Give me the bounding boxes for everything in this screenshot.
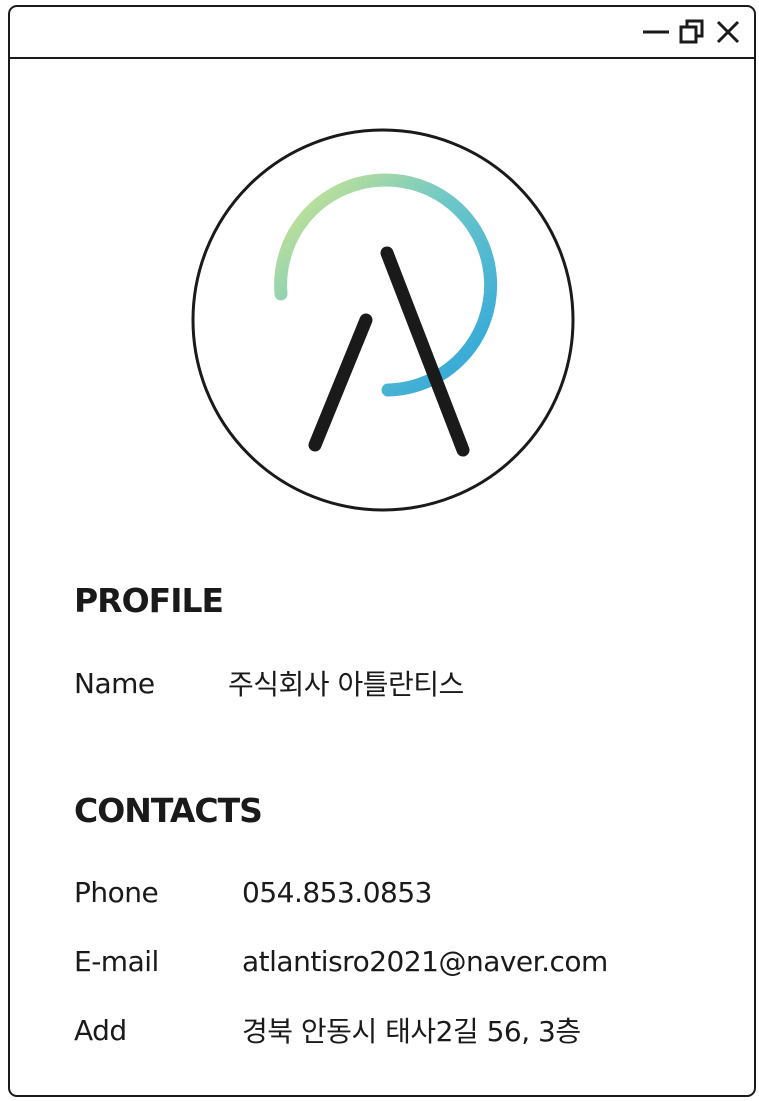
close-icon	[716, 20, 740, 44]
email-label: E-mail	[74, 944, 159, 978]
profile-window: PROFILE Name 주식회사 아틀란티스 CONTACTS Phone 0…	[8, 5, 756, 1097]
minimize-button[interactable]	[638, 15, 674, 49]
phone-label: Phone	[74, 875, 159, 909]
restore-button[interactable]	[674, 15, 710, 49]
name-row: Name 주식회사 아틀란티스	[74, 663, 714, 703]
title-bar	[10, 7, 754, 59]
window-controls	[638, 15, 746, 49]
phone-row: Phone 054.853.0853	[74, 872, 714, 912]
minimize-icon	[643, 30, 669, 34]
logo-left-stroke	[308, 313, 373, 452]
email-value[interactable]: atlantisro2021@naver.com	[242, 945, 608, 978]
email-row: E-mail atlantisro2021@naver.com	[74, 941, 714, 981]
name-label: Name	[74, 666, 155, 700]
address-value: 경북 안동시 태사2길 56, 3층	[242, 1015, 581, 1048]
logo-gradient-arc	[274, 173, 498, 397]
address-label: Add	[74, 1013, 127, 1047]
contacts-heading: CONTACTS	[74, 791, 263, 830]
phone-value: 054.853.0853	[242, 875, 432, 909]
address-row: Add 경북 안동시 태사2길 56, 3층	[74, 1010, 714, 1050]
profile-heading: PROFILE	[74, 581, 224, 620]
logo-right-stroke	[380, 246, 470, 457]
company-logo	[190, 127, 576, 513]
close-button[interactable]	[710, 15, 746, 49]
restore-icon	[679, 19, 704, 44]
name-value: 주식회사 아틀란티스	[228, 668, 464, 701]
logo-outer-circle	[191, 128, 575, 512]
